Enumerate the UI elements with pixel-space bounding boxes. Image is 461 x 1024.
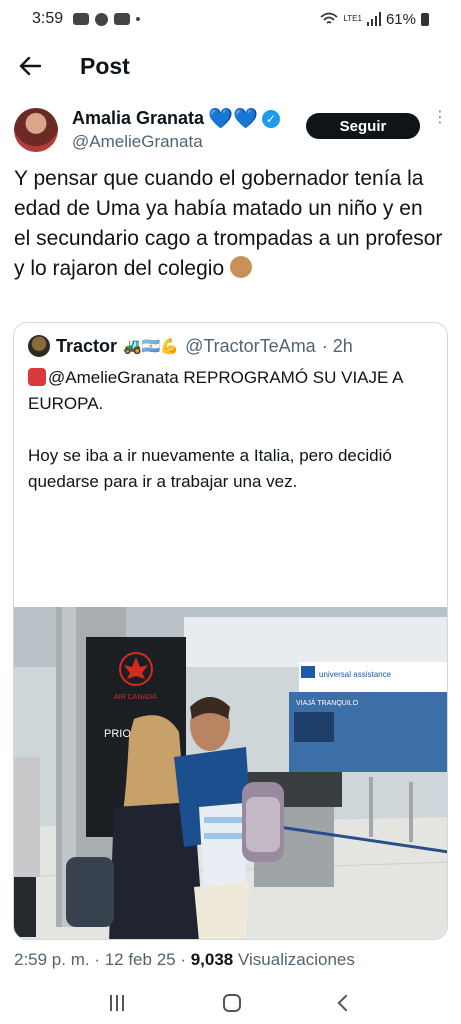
arrow-left-icon [19, 56, 41, 76]
battery-percent: 61% [385, 10, 416, 28]
quoted-line-2: Hoy se iba a ir nuevamente a Italia, per… [28, 446, 392, 491]
quoted-author-name: Tractor [56, 335, 118, 356]
more-options-icon[interactable]: ⋮ [432, 110, 448, 126]
quoted-photo[interactable]: AIR CANADA PRIOR universal assistance VI… [14, 607, 447, 939]
quoted-tweet[interactable]: Tractor 🚜🇦🇷💪 @TractorTeAma · 2h @AmelieG… [13, 322, 448, 940]
lte-label: LTE1 [343, 14, 362, 23]
tweet-timestamp: 2:59 p. m. · 12 feb 25 · [14, 950, 191, 969]
quoted-time: · 2h [321, 335, 353, 356]
views-count: 9,038 [190, 950, 234, 969]
system-back-icon[interactable] [337, 994, 354, 1012]
page-title: Post [80, 52, 130, 79]
home-icon[interactable] [222, 994, 241, 1012]
author-name[interactable]: Amalia Granata [72, 108, 204, 129]
tweet-text-body: Y pensar que cuando el gobernador tenía … [14, 167, 443, 280]
youtube-icon [114, 13, 131, 25]
tweet-text: Y pensar que cuando el gobernador tenía … [14, 164, 444, 284]
author-emojis: 💙💙 [208, 107, 258, 130]
post-header: Post [0, 38, 461, 94]
siren-icon [28, 368, 46, 386]
status-time: 3:59 [32, 10, 64, 27]
quoted-author-emojis: 🚜🇦🇷💪 [123, 338, 180, 355]
wifi-icon [320, 12, 339, 24]
quoted-avatar [28, 335, 50, 357]
verified-badge-icon: ✓ [261, 109, 280, 128]
quoted-author-handle: @TractorTeAma [185, 335, 316, 356]
signal-icon [366, 12, 381, 26]
chrome-icon [95, 12, 109, 26]
sign-brand-text: AIR CANADA [114, 694, 157, 701]
system-nav-bar [0, 982, 461, 1024]
battery-icon [421, 12, 429, 26]
author-handle[interactable]: @AmelieGranata [72, 132, 203, 152]
avatar[interactable] [14, 108, 58, 152]
monkey-face-icon [229, 256, 252, 278]
author-name-line: Amalia Granata 💙💙 ✓ [72, 108, 280, 129]
quoted-tweet-text: @AmelieGranata REPROGRAMÓ SU VIAJE A EUR… [28, 365, 438, 521]
views-label: Visualizaciones [233, 950, 355, 969]
tweet-meta: 2:59 p. m. · 12 feb 25 · 9,038 Visualiza… [14, 950, 355, 970]
more-notifications-icon [136, 17, 141, 21]
booth-sub-text: VIAJÁ TRANQUILO [296, 698, 359, 707]
booth-brand-text: universal assistance [319, 670, 392, 679]
back-button[interactable] [0, 38, 60, 94]
follow-button[interactable]: Seguir [306, 113, 420, 139]
status-bar: 3:59 LTE1 61% [0, 0, 461, 38]
tweet-author-row: Amalia Granata 💙💙 ✓ @AmelieGranata Segui… [0, 96, 461, 158]
recent-apps-icon[interactable] [109, 995, 124, 1011]
notification-icon [73, 13, 90, 25]
quoted-tweet-header: Tractor 🚜🇦🇷💪 @TractorTeAma · 2h [28, 335, 353, 357]
tweet: Amalia Granata 💙💙 ✓ @AmelieGranata Segui… [0, 96, 461, 940]
quoted-line-1: @AmelieGranata REPROGRAMÓ SU VIAJE A EUR… [28, 368, 403, 413]
airport-photo-illustration: AIR CANADA PRIOR universal assistance VI… [14, 607, 447, 939]
